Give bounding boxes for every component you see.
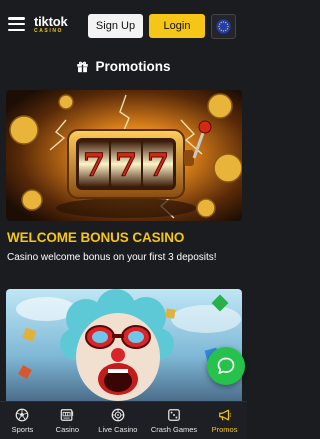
- clown-artwork: [6, 289, 242, 401]
- page-title-text: Promotions: [95, 58, 171, 74]
- nav-item-label: Live Casino: [98, 424, 138, 434]
- logo[interactable]: tiktok CASINO: [34, 13, 68, 34]
- hamburger-menu-icon[interactable]: [8, 17, 25, 31]
- logo-subtext: CASINO: [34, 27, 64, 34]
- chat-button[interactable]: [207, 347, 245, 385]
- chat-bubble-icon: [217, 357, 235, 374]
- dice-icon: [168, 408, 180, 421]
- logo-text: tiktok: [34, 13, 68, 29]
- nav-item-crash-games[interactable]: Crash Games: [146, 402, 202, 439]
- page-title: Promotions: [0, 55, 247, 77]
- reel-1-symbol: 7: [83, 146, 105, 184]
- nav-item-sports[interactable]: Sports: [0, 402, 45, 439]
- nav-item-label: Sports: [11, 424, 34, 434]
- nav-item-live-casino[interactable]: Live Casino: [90, 402, 146, 439]
- eu-flag-icon: [216, 19, 231, 34]
- sign-up-button[interactable]: Sign Up: [88, 14, 143, 38]
- clown-promo-banner[interactable]: [6, 289, 242, 401]
- promo-title: WELCOME BONUS CASINO: [7, 230, 185, 245]
- megaphone-icon: [218, 409, 231, 420]
- nav-item-label: Crash Games: [150, 424, 198, 434]
- language-selector[interactable]: [211, 14, 236, 39]
- reel-3-symbol: 7: [147, 146, 169, 184]
- soccer-ball-icon: [16, 408, 29, 421]
- bottom-navigation: Sports Casino Live Casino Crash Games Pr…: [0, 401, 247, 439]
- nav-item-label: Casino: [55, 424, 80, 434]
- reel-2-symbol: 7: [115, 146, 137, 184]
- nav-item-casino[interactable]: Casino: [45, 402, 90, 439]
- login-button[interactable]: Login: [149, 14, 205, 38]
- roulette-icon: [111, 408, 125, 421]
- slot-machine-artwork: 7 7 7: [6, 90, 242, 221]
- nav-item-label: Promos: [211, 424, 238, 434]
- gift-icon: [77, 61, 89, 72]
- welcome-bonus-banner[interactable]: 7 7 7: [6, 90, 242, 221]
- slot-machine-icon: [61, 408, 74, 421]
- promo-description: Casino welcome bonus on your first 3 dep…: [7, 252, 217, 263]
- nav-item-promos[interactable]: Promos: [202, 402, 247, 439]
